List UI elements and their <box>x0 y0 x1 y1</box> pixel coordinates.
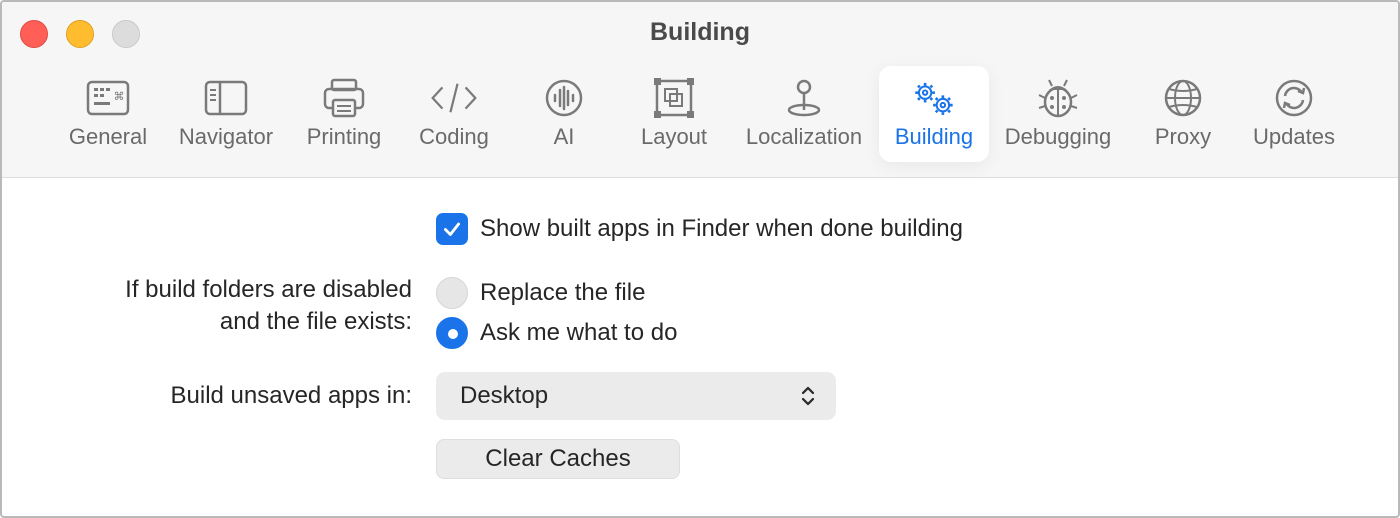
printer-icon <box>320 78 368 118</box>
preferences-window: Building ⌘ General Navigator Printing Co… <box>0 0 1400 518</box>
tab-coding[interactable]: Coding <box>406 66 502 162</box>
gears-icon <box>910 78 958 118</box>
tab-label: Debugging <box>1004 124 1112 149</box>
globe-icon <box>1159 78 1207 118</box>
tab-general[interactable]: ⌘ General <box>60 66 156 162</box>
preferences-toolbar: ⌘ General Navigator Printing Coding AI L… <box>2 66 1398 162</box>
tab-updates[interactable]: Updates <box>1244 66 1344 162</box>
ask-me-radio[interactable] <box>436 317 468 349</box>
refresh-icon <box>1270 78 1318 118</box>
window-title: Building <box>650 18 750 46</box>
unsaved-apps-label: Build unsaved apps in: <box>170 382 413 409</box>
tab-ai[interactable]: AI <box>524 66 604 162</box>
tab-debugging[interactable]: Debugging <box>998 66 1118 162</box>
tab-localization[interactable]: Localization <box>736 66 872 162</box>
unsaved-apps-location-select[interactable]: Desktop <box>436 372 836 420</box>
tab-label: Localization <box>745 124 863 149</box>
tab-proxy[interactable]: Proxy <box>1140 66 1226 162</box>
replace-file-radio[interactable] <box>436 277 468 309</box>
conflict-label-line1: If build folders are disabled <box>125 276 412 303</box>
show-in-finder-checkbox[interactable] <box>436 213 468 245</box>
clear-caches-button[interactable]: Clear Caches <box>436 439 680 479</box>
tab-label: Layout <box>640 124 708 149</box>
tab-label: Printing <box>306 124 382 149</box>
code-brackets-icon <box>430 78 478 118</box>
show-in-finder-label[interactable]: Show built apps in Finder when done buil… <box>480 213 963 245</box>
tab-label: AI <box>553 124 575 149</box>
layout-frame-icon <box>650 78 698 118</box>
tab-building[interactable]: Building <box>879 66 989 162</box>
tab-label: Navigator <box>178 124 274 149</box>
ask-me-label[interactable]: Ask me what to do <box>480 317 677 349</box>
tab-printing[interactable]: Printing <box>296 66 392 162</box>
tab-label: Proxy <box>1154 124 1212 149</box>
tab-label: Updates <box>1253 124 1335 149</box>
select-value: Desktop <box>460 382 549 409</box>
map-pin-icon <box>780 78 828 118</box>
svg-text:⌘: ⌘ <box>114 90 125 103</box>
tab-layout[interactable]: Layout <box>626 66 722 162</box>
sidebar-icon <box>202 78 250 118</box>
replace-file-label[interactable]: Replace the file <box>480 277 645 309</box>
keyboard-icon: ⌘ <box>84 78 132 118</box>
tab-label: Coding <box>419 124 489 149</box>
tab-navigator[interactable]: Navigator <box>168 66 284 162</box>
tab-label: Building <box>894 124 974 149</box>
ladybug-icon <box>1034 78 1082 118</box>
tab-label: General <box>68 124 148 149</box>
waveform-icon <box>540 78 588 118</box>
checkmark-icon <box>443 222 461 236</box>
building-settings-pane: Show built apps in Finder when done buil… <box>2 179 1398 516</box>
titlebar: Building ⌘ General Navigator Printing Co… <box>2 2 1398 178</box>
conflict-label-line2: and the file exists: <box>219 308 412 335</box>
chevron-up-down-icon <box>801 386 815 406</box>
